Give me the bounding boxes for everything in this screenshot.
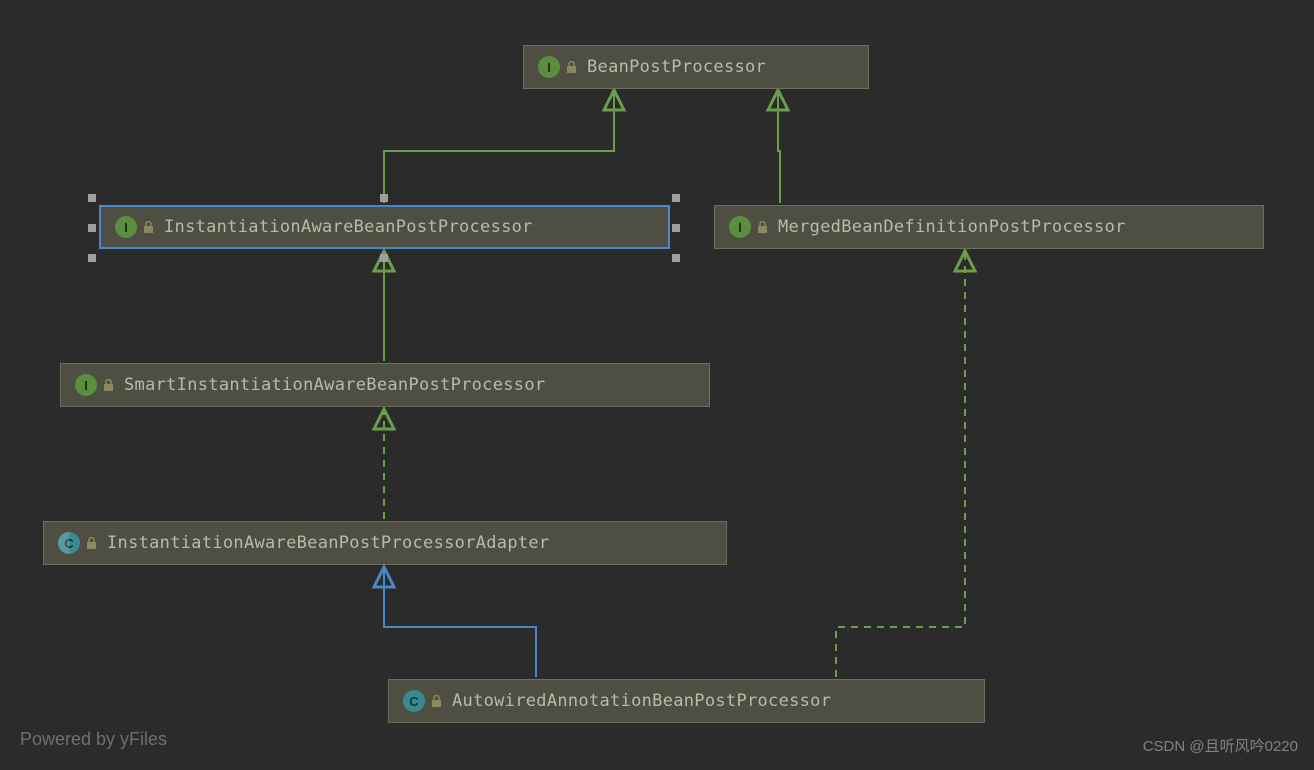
node-smart-instantiation-aware-bpp[interactable]: I SmartInstantiationAwareBeanPostProcess… — [60, 363, 710, 407]
lock-icon — [86, 537, 97, 549]
selection-handle-bl[interactable] — [88, 254, 96, 262]
selection-handle-tl[interactable] — [88, 194, 96, 202]
selection-handle-tm[interactable] — [380, 194, 388, 202]
node-label: InstantiationAwareBeanPostProcessorAdapt… — [107, 533, 549, 553]
lock-icon — [566, 61, 577, 73]
node-autowired-annotation-bpp[interactable]: C AutowiredAnnotationBeanPostProcessor — [388, 679, 985, 723]
interface-icon: I — [729, 216, 751, 238]
watermark-label: CSDN @且听风吟0220 — [1143, 735, 1298, 756]
interface-icon: I — [75, 374, 97, 396]
lock-icon — [431, 695, 442, 707]
node-merged-bean-definition-pp[interactable]: I MergedBeanDefinitionPostProcessor — [714, 205, 1264, 249]
node-label: InstantiationAwareBeanPostProcessor — [164, 217, 533, 237]
selection-handle-mr[interactable] — [672, 224, 680, 232]
node-label: BeanPostProcessor — [587, 57, 766, 77]
abstract-class-icon: C — [58, 532, 80, 554]
node-bean-post-processor[interactable]: I BeanPostProcessor — [523, 45, 869, 89]
node-label: SmartInstantiationAwareBeanPostProcessor — [124, 375, 545, 395]
lock-icon — [757, 221, 768, 233]
node-instantiation-aware-bpp[interactable]: I InstantiationAwareBeanPostProcessor — [99, 205, 670, 249]
selection-handle-tr[interactable] — [672, 194, 680, 202]
node-label: AutowiredAnnotationBeanPostProcessor — [452, 691, 831, 711]
interface-icon: I — [115, 216, 137, 238]
powered-by-label: Powered by yFiles — [20, 729, 167, 750]
selection-handle-bm[interactable] — [380, 254, 388, 262]
lock-icon — [143, 221, 154, 233]
node-label: MergedBeanDefinitionPostProcessor — [778, 217, 1126, 237]
selection-handle-ml[interactable] — [88, 224, 96, 232]
node-instantiation-aware-bpp-adapter[interactable]: C InstantiationAwareBeanPostProcessorAda… — [43, 521, 727, 565]
lock-icon — [103, 379, 114, 391]
interface-icon: I — [538, 56, 560, 78]
class-icon: C — [403, 690, 425, 712]
selection-handle-br[interactable] — [672, 254, 680, 262]
